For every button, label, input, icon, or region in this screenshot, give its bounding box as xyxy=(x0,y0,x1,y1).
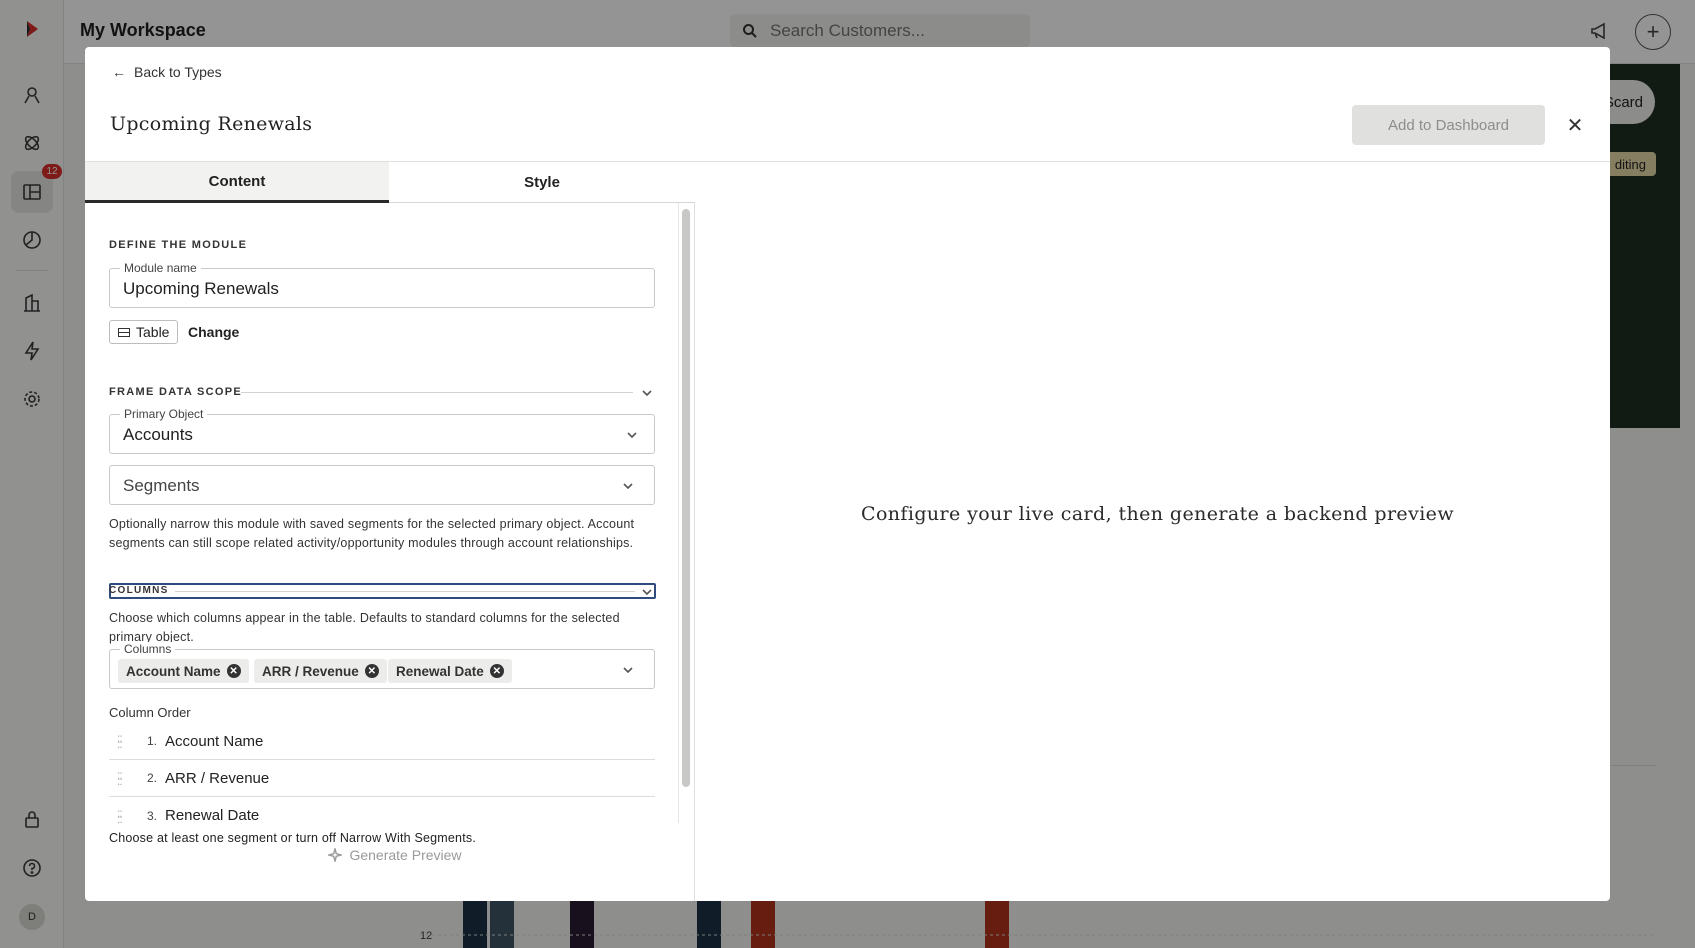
chevron-down-icon xyxy=(642,390,652,397)
module-type-pill: Table xyxy=(109,320,179,344)
primary-object-value: Accounts xyxy=(123,425,193,444)
column-order-name: Renewal Date xyxy=(165,807,260,823)
back-to-types-link[interactable]: ← Back to Types xyxy=(112,64,222,80)
config-form: Define the module Module name Upcoming R… xyxy=(85,203,695,823)
column-chip-arr-revenue: ARR / Revenue ✕ xyxy=(254,659,387,683)
column-order-heading: Column Order xyxy=(109,705,191,720)
columns-help-text: Choose which columns appear in the table… xyxy=(109,611,620,644)
arrow-left-icon: ← xyxy=(112,64,126,80)
column-order-item[interactable]: :::: 2. ARR / Revenue xyxy=(109,760,655,797)
table-icon xyxy=(118,327,130,337)
preview-placeholder-message: Configure your live card, then generate … xyxy=(861,502,1454,525)
page-scrollbar-thumb[interactable] xyxy=(1684,66,1692,582)
drag-handle-icon[interactable]: :::: xyxy=(109,769,135,787)
columns-multiselect[interactable]: Columns Account Name ✕ ARR / Revenue ✕ R… xyxy=(109,642,655,689)
tab-style[interactable]: Style xyxy=(389,162,695,203)
change-type-link[interactable]: Change xyxy=(188,324,239,340)
form-scrollbar-thumb[interactable] xyxy=(682,209,690,787)
drag-handle-icon[interactable]: :::: xyxy=(109,807,135,824)
config-pane: Content Style Define the module Module n… xyxy=(85,162,695,901)
remove-chip-icon[interactable]: ✕ xyxy=(364,664,379,678)
column-order-number: 1. xyxy=(146,734,157,748)
column-order-name: Account Name xyxy=(165,732,264,750)
columns-heading: Columns xyxy=(109,585,169,596)
column-chip-account-name: Account Name ✕ xyxy=(118,659,249,683)
module-name-value[interactable]: Upcoming Renewals xyxy=(123,279,279,299)
columns-rule xyxy=(175,591,635,592)
chevron-down-icon xyxy=(642,589,652,596)
columns-toggle[interactable] xyxy=(641,585,655,599)
columns-field-label: Columns xyxy=(120,642,176,656)
module-config-modal: ← Back to Types Upcoming Renewals Add to… xyxy=(85,47,1610,901)
segments-placeholder: Segments xyxy=(123,476,200,495)
remove-chip-icon[interactable]: ✕ xyxy=(489,664,504,678)
segments-help-text: Optionally narrow this module with saved… xyxy=(109,517,635,550)
sparkle-icon xyxy=(328,848,343,862)
preview-pane: Configure your live card, then generate … xyxy=(695,162,1610,901)
column-order-name: ARR / Revenue xyxy=(165,769,270,787)
segments-select[interactable]: Segments xyxy=(109,465,655,505)
column-order-item[interactable]: :::: 1. Account Name xyxy=(109,723,655,760)
generate-preview-label: Generate Preview xyxy=(349,847,462,863)
column-chip-label: ARR / Revenue xyxy=(262,663,359,679)
column-chip-label: Account Name xyxy=(126,663,221,679)
form-scrollbar-track[interactable] xyxy=(678,203,679,823)
generate-preview-button[interactable]: Generate Preview xyxy=(315,841,475,869)
chevron-down-icon xyxy=(626,428,640,442)
define-module-heading: Define the module xyxy=(109,239,248,251)
column-chip-label: Renewal Date xyxy=(396,663,484,679)
back-to-types-label: Back to Types xyxy=(134,64,222,80)
tab-content[interactable]: Content xyxy=(85,162,389,203)
primary-object-select[interactable]: Primary Object Accounts xyxy=(109,407,655,454)
module-type-label: Table xyxy=(136,324,170,340)
remove-chip-icon[interactable]: ✕ xyxy=(226,664,241,678)
column-order-number: 2. xyxy=(146,771,157,785)
chevron-down-icon xyxy=(622,479,636,493)
add-to-dashboard-button[interactable]: Add to Dashboard xyxy=(1352,105,1545,145)
data-scope-heading: Frame data scope xyxy=(109,386,243,398)
close-icon: ✕ xyxy=(1566,114,1584,137)
module-name-label: Module name xyxy=(120,261,201,275)
column-order-item[interactable]: :::: 3. Renewal Date xyxy=(109,797,655,824)
primary-object-label: Primary Object xyxy=(120,407,208,421)
data-scope-toggle[interactable] xyxy=(641,386,655,400)
close-modal-button[interactable]: ✕ xyxy=(1561,111,1589,139)
data-scope-rule xyxy=(241,392,633,393)
module-name-field[interactable]: Module name Upcoming Renewals xyxy=(109,261,655,308)
drag-handle-icon[interactable]: :::: xyxy=(109,732,135,750)
column-order-number: 3. xyxy=(146,808,157,823)
modal-title: Upcoming Renewals xyxy=(110,113,313,135)
chevron-down-icon[interactable] xyxy=(622,663,636,677)
column-chip-renewal-date: Renewal Date ✕ xyxy=(388,659,512,683)
